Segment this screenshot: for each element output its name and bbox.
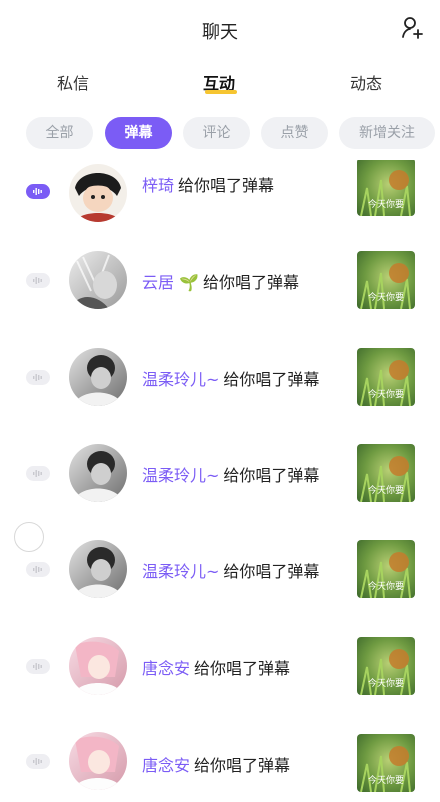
action-text: 给你唱了弹幕: [223, 562, 320, 581]
thumbnail-image[interactable]: 今天你要: [357, 734, 415, 792]
voice-play-icon[interactable]: [26, 754, 50, 769]
avatar[interactable]: [69, 637, 127, 695]
filter-comments[interactable]: 评论: [183, 117, 250, 149]
user-name[interactable]: 梓琦: [142, 176, 174, 195]
interaction-list: 梓琦 给你唱了弹幕 今天你要 云居 🌱 给你唱了弹幕 今天你要 温柔玲儿~ 给你…: [0, 160, 440, 802]
add-user-icon[interactable]: [398, 14, 426, 42]
thumbnail-caption: 今天你要: [368, 388, 404, 400]
filter-likes[interactable]: 点赞: [261, 117, 328, 149]
action-text: 给你唱了弹幕: [203, 273, 300, 292]
avatar[interactable]: [69, 540, 127, 598]
list-item[interactable]: 温柔玲儿~ 给你唱了弹幕 今天你要: [0, 348, 440, 438]
list-item[interactable]: 唐念安 给你唱了弹幕 今天你要: [0, 732, 440, 802]
action-text: 给你唱了弹幕: [178, 176, 275, 195]
user-name[interactable]: 唐念安: [142, 756, 190, 775]
thumbnail-image[interactable]: 今天你要: [357, 444, 415, 502]
action-text: 给你唱了弹幕: [194, 659, 291, 678]
thumbnail-image[interactable]: 今天你要: [357, 348, 415, 406]
list-item[interactable]: 云居 🌱 给你唱了弹幕 今天你要: [0, 251, 440, 341]
header: 聊天: [0, 0, 440, 58]
avatar[interactable]: [69, 348, 127, 406]
thumbnail-caption: 今天你要: [368, 291, 404, 303]
list-item[interactable]: 温柔玲儿~ 给你唱了弹幕 今天你要: [0, 444, 440, 534]
tab-moments[interactable]: 动态: [350, 70, 382, 94]
voice-play-icon[interactable]: [26, 659, 50, 674]
filter-all[interactable]: 全部: [26, 117, 93, 149]
thumbnail-caption: 今天你要: [368, 484, 404, 496]
user-name[interactable]: 温柔玲儿~: [142, 562, 219, 581]
thumbnail-caption: 今天你要: [368, 677, 404, 689]
list-item[interactable]: 温柔玲儿~ 给你唱了弹幕 今天你要: [0, 540, 440, 630]
action-text: 给你唱了弹幕: [223, 466, 320, 485]
page-title: 聊天: [202, 22, 238, 43]
top-tabs: 私信 互动 动态: [0, 64, 440, 100]
voice-play-icon[interactable]: [26, 273, 50, 288]
voice-play-icon[interactable]: [26, 370, 50, 385]
thumbnail-image[interactable]: 今天你要: [357, 160, 415, 216]
user-name[interactable]: 温柔玲儿~: [142, 466, 219, 485]
tab-private-messages[interactable]: 私信: [57, 70, 89, 94]
avatar[interactable]: [69, 164, 127, 222]
thumbnail-image[interactable]: 今天你要: [357, 540, 415, 598]
filter-danmaku[interactable]: 弹幕: [105, 117, 172, 149]
list-item[interactable]: 唐念安 给你唱了弹幕 今天你要: [0, 637, 440, 727]
user-name[interactable]: 温柔玲儿~: [142, 370, 219, 389]
list-item[interactable]: 梓琦 给你唱了弹幕 今天你要: [0, 160, 440, 246]
voice-play-icon[interactable]: [26, 466, 50, 481]
action-text: 给你唱了弹幕: [194, 756, 291, 775]
thumbnail-caption: 今天你要: [368, 580, 404, 592]
user-name[interactable]: 云居 🌱: [142, 273, 199, 292]
action-text: 给你唱了弹幕: [223, 370, 320, 389]
floating-button[interactable]: [14, 522, 44, 552]
filter-chips: 全部 弹幕 评论 点赞 新增关注: [0, 117, 440, 151]
active-tab-indicator: [205, 90, 237, 94]
voice-play-icon[interactable]: [26, 562, 50, 577]
thumbnail-caption: 今天你要: [368, 198, 404, 210]
filter-new-followers[interactable]: 新增关注: [339, 117, 435, 149]
avatar[interactable]: [69, 732, 127, 790]
thumbnail-image[interactable]: 今天你要: [357, 251, 415, 309]
avatar[interactable]: [69, 444, 127, 502]
avatar[interactable]: [69, 251, 127, 309]
voice-play-icon[interactable]: [26, 184, 50, 199]
thumbnail-image[interactable]: 今天你要: [357, 637, 415, 695]
user-name[interactable]: 唐念安: [142, 659, 190, 678]
thumbnail-caption: 今天你要: [368, 774, 404, 786]
